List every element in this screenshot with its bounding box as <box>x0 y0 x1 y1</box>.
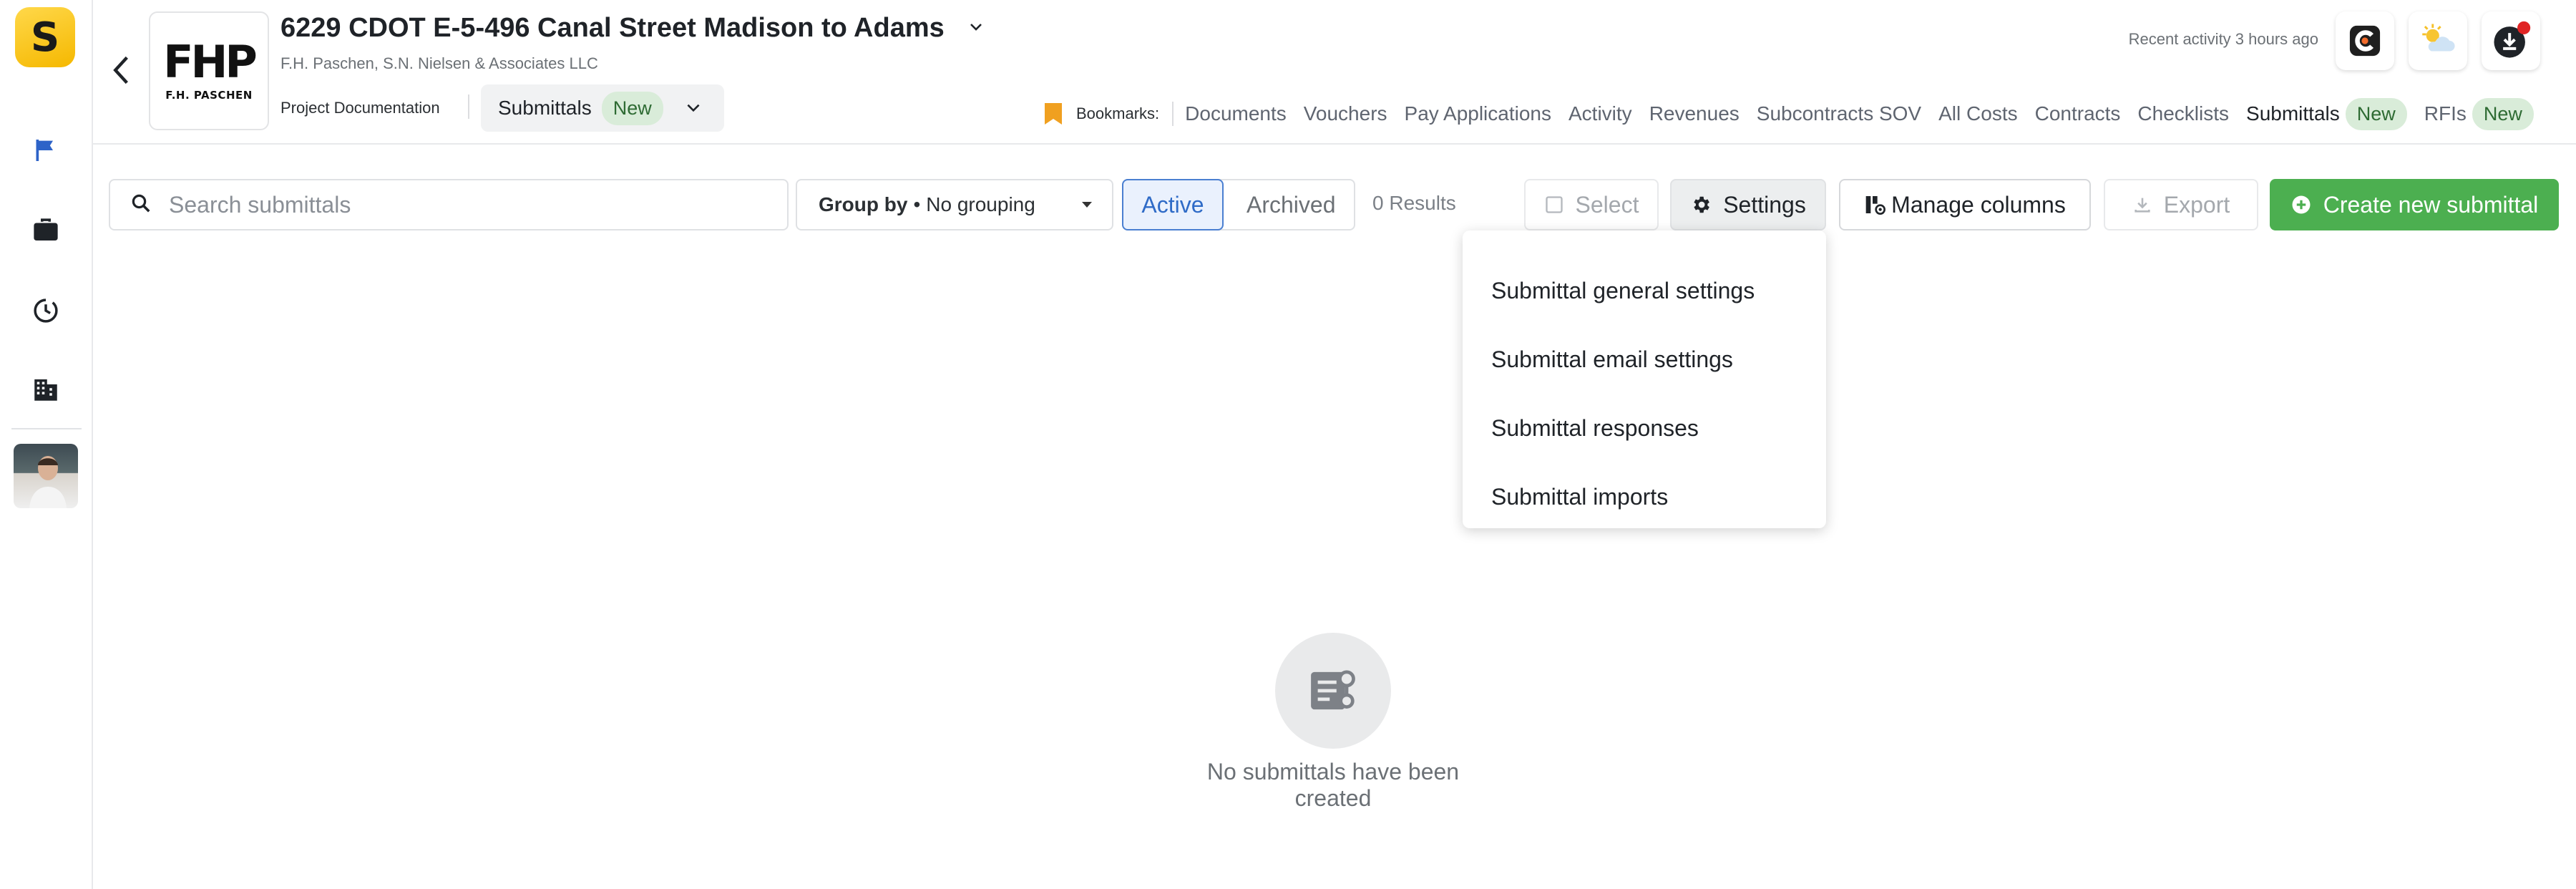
breadcrumb-divider <box>468 94 469 119</box>
recent-activity: Recent activity 3 hours ago <box>2128 30 2318 48</box>
menu-item-general-settings[interactable]: Submittal general settings <box>1463 256 1826 325</box>
building-icon[interactable] <box>29 372 63 407</box>
checkbox-icon <box>1544 195 1564 215</box>
group-by-value: No grouping <box>926 193 1035 215</box>
manage-columns-label: Manage columns <box>1891 191 2066 218</box>
company-logo-mark: FHP <box>163 36 258 88</box>
manage-columns-button[interactable]: Manage columns <box>1839 179 2091 230</box>
bookmarks-bar: Bookmarks: Documents Vouchers Pay Applic… <box>1043 93 2534 135</box>
gear-icon <box>1690 194 1712 215</box>
columns-settings-icon <box>1864 193 1887 216</box>
company-logo: FHP F.H. PASCHEN <box>149 11 269 130</box>
menu-item-email-settings[interactable]: Submittal email settings <box>1463 325 1826 394</box>
user-avatar[interactable] <box>14 444 78 508</box>
search-icon <box>130 193 152 218</box>
bookmark-link-activity[interactable]: Activity <box>1568 102 1632 125</box>
bookmarks-label: Bookmarks: <box>1076 105 1160 122</box>
search-input[interactable] <box>169 191 756 218</box>
menu-item-responses[interactable]: Submittal responses <box>1463 394 1826 462</box>
breadcrumb[interactable]: Project Documentation <box>280 99 440 117</box>
caret-down-icon <box>1082 202 1092 208</box>
group-by-label: Group by <box>819 193 908 215</box>
new-badge: New <box>2472 97 2534 130</box>
flag-icon[interactable] <box>29 133 63 167</box>
chevron-down-icon[interactable] <box>967 19 985 36</box>
module-label: Submittals <box>498 97 592 119</box>
left-rail: S <box>0 0 93 889</box>
app-logo[interactable]: S <box>15 7 75 67</box>
select-button[interactable]: Select <box>1524 179 1659 230</box>
group-by-separator: • <box>913 193 921 215</box>
briefcase-icon[interactable] <box>29 213 63 248</box>
bookmark-link-all-costs[interactable]: All Costs <box>1938 102 2017 125</box>
header-divider <box>93 143 2576 145</box>
new-badge: New <box>2345 97 2407 130</box>
bookmark-link-pay-applications[interactable]: Pay Applications <box>1405 102 1551 125</box>
app-logo-letter: S <box>30 14 60 61</box>
export-button[interactable]: Export <box>2104 179 2258 230</box>
bookmark-link-rfis[interactable]: RFIs <box>2424 102 2467 125</box>
bookmark-link-submittals[interactable]: Submittals <box>2246 102 2340 125</box>
export-label: Export <box>2163 191 2230 218</box>
tab-active[interactable]: Active <box>1122 179 1224 230</box>
settings-button[interactable]: Settings <box>1670 179 1826 230</box>
search-box[interactable] <box>109 179 789 230</box>
empty-state-icon <box>1275 633 1391 749</box>
bookmark-link-checklists[interactable]: Checklists <box>2137 102 2229 125</box>
integration-app-icon[interactable] <box>2336 11 2394 70</box>
download-icon[interactable] <box>2482 11 2540 70</box>
status-toggle: Active Archived <box>1122 179 1355 230</box>
bookmark-link-vouchers[interactable]: Vouchers <box>1304 102 1387 125</box>
group-by-select[interactable]: Group by • No grouping <box>796 179 1113 230</box>
add-circle-icon <box>2290 194 2312 215</box>
company-logo-text: F.H. PASCHEN <box>165 89 253 102</box>
tab-archived[interactable]: Archived <box>1246 179 1336 230</box>
project-title: 6229 CDOT E-5-496 Canal Street Madison t… <box>280 13 945 43</box>
bookmark-link-contracts[interactable]: Contracts <box>2035 102 2121 125</box>
select-label: Select <box>1575 191 1639 218</box>
bookmark-link-documents[interactable]: Documents <box>1185 102 1287 125</box>
menu-item-imports[interactable]: Submittal imports <box>1463 462 1826 531</box>
weather-icon[interactable] <box>2409 11 2467 70</box>
export-icon <box>2132 195 2152 215</box>
create-submittal-label: Create new submittal <box>2323 191 2539 218</box>
chevron-down-icon <box>684 99 703 117</box>
results-count: 0 Results <box>1372 192 1456 214</box>
bookmarks-divider <box>1172 102 1174 126</box>
rail-divider <box>11 428 82 429</box>
module-switcher[interactable]: Submittals New <box>481 84 724 132</box>
project-subtitle: F.H. Paschen, S.N. Nielsen & Associates … <box>280 54 598 72</box>
back-arrow-icon[interactable] <box>107 53 136 87</box>
bookmark-link-revenues[interactable]: Revenues <box>1649 102 1740 125</box>
empty-state-message: No submittals have been created <box>1206 759 1460 811</box>
bookmark-icon <box>1043 102 1063 126</box>
settings-menu: Submittal general settings Submittal ema… <box>1463 230 1826 528</box>
history-icon[interactable] <box>29 293 63 328</box>
bookmark-link-subcontracts-sov[interactable]: Subcontracts SOV <box>1757 102 1921 125</box>
new-badge: New <box>601 91 663 125</box>
settings-label: Settings <box>1723 191 1806 218</box>
create-submittal-button[interactable]: Create new submittal <box>2270 179 2559 230</box>
